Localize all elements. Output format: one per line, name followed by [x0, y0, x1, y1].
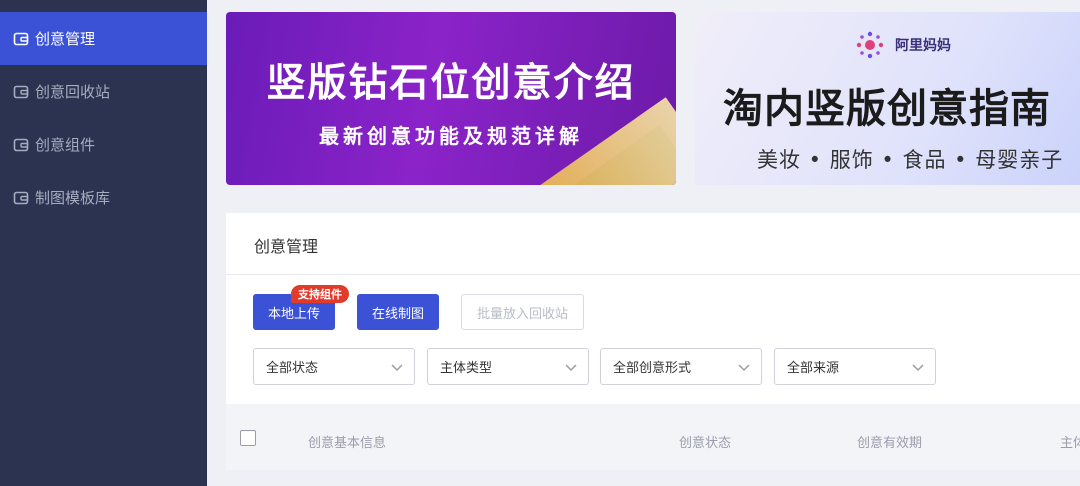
table-row [226, 470, 1080, 486]
wallet-icon [13, 190, 29, 206]
banner-subtitle: 最新创意功能及规范详解 [319, 124, 583, 148]
page-title: 创意管理 [254, 237, 319, 256]
select-value: 全部创意形式 [613, 361, 692, 376]
chevron-down-icon [565, 364, 577, 372]
wallet-icon [13, 31, 29, 47]
status-filter-select[interactable]: 全部状态 [253, 348, 415, 385]
online-design-button[interactable]: 在线制图 [357, 294, 439, 330]
banner-title: 淘内竖版创意指南 [723, 86, 1051, 132]
banner-subtitle: 美妆 • 服饰 • 食品 • 母婴亲子 [757, 148, 1064, 172]
sidebar: 创意管理 创意回收站 创意组件 制图模板库 [0, 0, 207, 486]
wallet-icon [13, 84, 29, 100]
banner-title: 竖版钻石位创意介绍 [266, 61, 636, 106]
chevron-down-icon [912, 364, 924, 372]
sidebar-item-template-library[interactable]: 制图模板库 [0, 171, 207, 224]
supports-components-badge: 支持组件 [291, 285, 349, 303]
sidebar-item-label: 制图模板库 [35, 189, 111, 207]
select-value: 主体类型 [440, 361, 493, 376]
column-header-validity: 创意有效期 [857, 436, 923, 451]
alimama-logo: 阿里妈妈 [853, 30, 951, 60]
select-all-checkbox[interactable] [240, 430, 256, 446]
divider [226, 274, 1080, 275]
sidebar-item-creative-management[interactable]: 创意管理 [0, 12, 207, 65]
sidebar-item-label: 创意回收站 [35, 83, 111, 101]
source-filter-select[interactable]: 全部来源 [774, 348, 936, 385]
column-header-basic-info: 创意基本信息 [308, 436, 387, 451]
subject-type-filter-select[interactable]: 主体类型 [427, 348, 589, 385]
sidebar-item-creative-components[interactable]: 创意组件 [0, 118, 207, 171]
banner-vertical-creative-guide[interactable]: 阿里妈妈 淘内竖版创意指南 美妆 • 服饰 • 食品 • 母婴亲子 [695, 12, 1080, 185]
select-value: 全部状态 [266, 361, 319, 376]
batch-recycle-button[interactable]: 批量放入回收站 [461, 294, 584, 330]
chevron-down-icon [738, 364, 750, 372]
banner-vertical-diamond-intro[interactable]: 竖版钻石位创意介绍 最新创意功能及规范详解 [226, 12, 676, 185]
wallet-icon [13, 137, 29, 153]
sidebar-item-label: 创意管理 [35, 30, 96, 48]
column-header-status: 创意状态 [679, 436, 732, 451]
sidebar-item-creative-recycle-bin[interactable]: 创意回收站 [0, 65, 207, 118]
column-header-subject: 主体 [1060, 436, 1080, 451]
alimama-logo-icon [856, 31, 884, 59]
sidebar-item-label: 创意组件 [35, 136, 96, 154]
creative-form-filter-select[interactable]: 全部创意形式 [600, 348, 762, 385]
select-value: 全部来源 [787, 361, 840, 376]
chevron-down-icon [391, 364, 403, 372]
logo-text: 阿里妈妈 [895, 38, 951, 54]
